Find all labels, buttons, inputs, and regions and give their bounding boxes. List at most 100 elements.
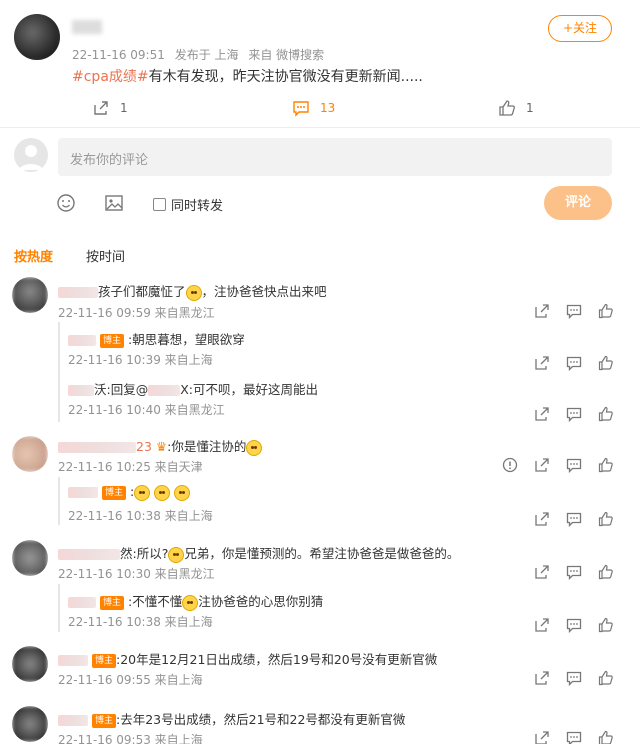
emoji-icon[interactable] [56, 193, 76, 213]
reply-icon[interactable] [566, 406, 582, 422]
reply-meta: 22-11-16 10:38 来自上海 [68, 615, 213, 629]
topic-link[interactable]: #cpa成绩# [72, 69, 149, 85]
reply-icon[interactable] [566, 511, 582, 527]
repost-checkbox[interactable] [153, 198, 166, 211]
like-icon [498, 99, 516, 117]
crown-icon: ♛ [155, 439, 168, 454]
like-icon[interactable] [598, 457, 614, 473]
replier-name[interactable] [68, 385, 94, 396]
comment-icon [292, 99, 310, 117]
reply-icon[interactable] [566, 564, 582, 580]
post-time[interactable]: 22-11-16 09:51 [72, 48, 165, 62]
comment-input[interactable]: 发布你的评论 [58, 138, 612, 176]
post-source: 来自 微博搜索 [248, 48, 325, 62]
comment-meta: 22-11-16 10:25 来自天津 [58, 460, 203, 474]
tab-hot[interactable]: 按热度 [14, 246, 53, 265]
like-icon[interactable] [598, 617, 614, 633]
doge-emoji-icon [182, 594, 199, 611]
commenter-name[interactable] [58, 655, 88, 666]
commenter-avatar[interactable] [12, 436, 48, 472]
report-icon[interactable] [502, 457, 518, 473]
comment-meta: 22-11-16 09:53 来自上海 [58, 733, 203, 744]
reply-thread [58, 322, 60, 422]
post-body: 有木有发现，昨天注协官微没有更新新闻..... [148, 69, 423, 85]
submit-comment-button[interactable]: 评论 [544, 186, 612, 220]
comment-text: 然:所以? 兄弟，你是懂预测的。希望注协爸爸是做爸爸的。 [58, 543, 459, 563]
like-icon[interactable] [598, 303, 614, 319]
follow-button[interactable]: +关注 [548, 15, 612, 42]
commenter-name[interactable] [58, 287, 98, 298]
share-icon[interactable] [534, 670, 550, 686]
commenter-name[interactable] [58, 715, 88, 726]
commenter-avatar[interactable] [12, 277, 48, 313]
my-avatar [14, 138, 48, 172]
reply-text: 博主 : [68, 484, 191, 501]
replier-name[interactable] [68, 335, 96, 346]
reply-icon[interactable] [566, 303, 582, 319]
comment-placeholder: 发布你的评论 [70, 153, 149, 168]
share-icon[interactable] [534, 406, 550, 422]
like-count: 1 [526, 101, 534, 115]
reply-icon[interactable] [566, 730, 582, 744]
author-name[interactable] [72, 20, 102, 34]
reply-meta: 22-11-16 10:40 来自黑龙江 [68, 403, 225, 417]
commenter-name[interactable] [58, 549, 120, 560]
doge-emoji-icon [174, 484, 191, 501]
comment-meta: 22-11-16 09:55 来自上海 [58, 673, 203, 687]
doge-emoji-icon [134, 484, 151, 501]
like-icon[interactable] [598, 355, 614, 371]
doge-emoji-icon [154, 484, 171, 501]
laugh-cry-emoji-icon [185, 284, 202, 301]
replier-name[interactable] [68, 487, 98, 498]
share-icon[interactable] [534, 511, 550, 527]
post-text: #cpa成绩#有木有发现，昨天注协官微没有更新新闻..... [72, 66, 423, 86]
repost-checkbox-row[interactable]: 同时转发 [153, 195, 223, 214]
author-avatar[interactable] [14, 14, 60, 60]
comment-text: 23 ♛:你是懂注协的 [58, 436, 263, 456]
doge-emoji-icon [246, 439, 263, 456]
blogger-badge: 博主 [99, 333, 124, 348]
comment-meta: 22-11-16 09:59 来自黑龙江 [58, 306, 215, 320]
reply-thread [58, 477, 60, 525]
reply-icon[interactable] [566, 457, 582, 473]
mention-link[interactable] [148, 385, 181, 396]
like-action[interactable]: 1 [498, 99, 534, 117]
commenter-avatar[interactable] [12, 540, 48, 576]
comment-action[interactable]: 13 [292, 99, 335, 117]
reply-thread [58, 584, 60, 632]
tab-time-label: 按时间 [86, 250, 126, 265]
share-icon[interactable] [534, 457, 550, 473]
share-icon[interactable] [534, 730, 550, 744]
share-icon[interactable] [534, 355, 550, 371]
like-icon[interactable] [598, 670, 614, 686]
like-icon[interactable] [598, 564, 614, 580]
divider [0, 127, 640, 128]
reply-icon[interactable] [566, 355, 582, 371]
replier-name[interactable] [68, 597, 96, 608]
share-icon[interactable] [534, 617, 550, 633]
comment-meta: 22-11-16 10:30 来自黑龙江 [58, 567, 215, 581]
reply-meta: 22-11-16 10:39 来自上海 [68, 353, 213, 367]
reply-icon[interactable] [566, 617, 582, 633]
commenter-avatar[interactable] [12, 706, 48, 742]
share-icon[interactable] [534, 564, 550, 580]
blogger-badge: 博主 [99, 595, 124, 610]
like-icon[interactable] [598, 406, 614, 422]
like-icon[interactable] [598, 730, 614, 744]
tab-time[interactable]: 按时间 [86, 246, 125, 265]
repost-checkbox-label: 同时转发 [171, 199, 224, 214]
share-icon[interactable] [534, 303, 550, 319]
reply-text: 沃:回复@ X:可不呗，最好这周能出 [68, 379, 318, 398]
reply-meta: 22-11-16 10:38 来自上海 [68, 509, 213, 523]
repost-action[interactable]: 1 [92, 99, 128, 117]
blogger-badge: 博主 [101, 485, 126, 500]
reply-icon[interactable] [566, 670, 582, 686]
blogger-badge: 博主 [91, 653, 116, 668]
commenter-name[interactable] [58, 442, 136, 453]
like-icon[interactable] [598, 511, 614, 527]
commenter-avatar[interactable] [12, 646, 48, 682]
comment-count: 13 [320, 101, 336, 115]
submit-label: 评论 [564, 195, 591, 210]
repost-icon [92, 99, 110, 117]
image-icon[interactable] [104, 193, 124, 213]
